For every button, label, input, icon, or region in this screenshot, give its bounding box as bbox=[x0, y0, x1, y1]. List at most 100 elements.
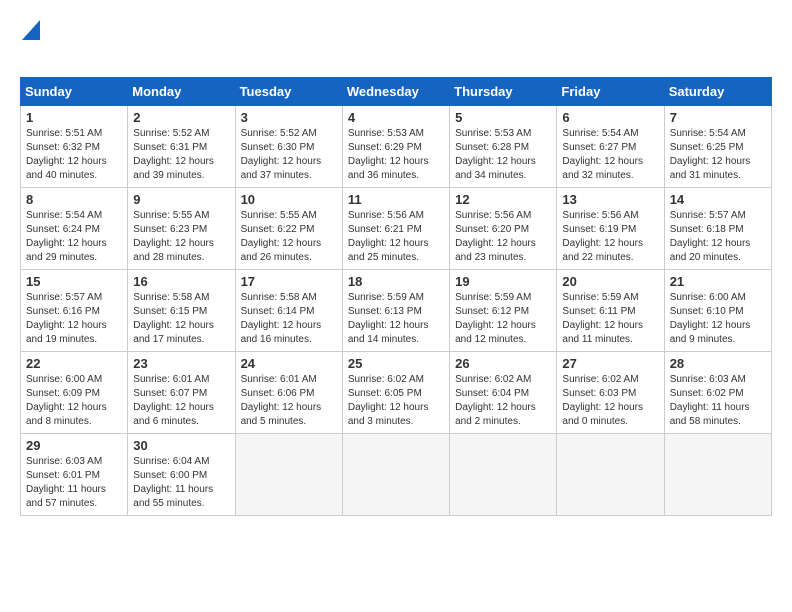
calendar-week-3: 15Sunrise: 5:57 AMSunset: 6:16 PMDayligh… bbox=[21, 270, 772, 352]
day-number: 19 bbox=[455, 274, 551, 289]
day-info: Sunrise: 6:00 AMSunset: 6:10 PMDaylight:… bbox=[670, 292, 751, 345]
calendar-cell: 27 Sunrise: 6:02 AMSunset: 6:03 PMDayligh… bbox=[557, 352, 664, 434]
day-info: Sunrise: 6:01 AMSunset: 6:07 PMDaylight:… bbox=[133, 374, 214, 427]
day-info: Sunrise: 5:54 AMSunset: 6:27 PMDaylight:… bbox=[562, 128, 643, 181]
calendar-cell: 16 Sunrise: 5:58 AMSunset: 6:15 PMDayligh… bbox=[128, 270, 235, 352]
day-info: Sunrise: 5:58 AMSunset: 6:15 PMDaylight:… bbox=[133, 292, 214, 345]
calendar-cell: 26Sunrise: 6:02 AMSunset: 6:04 PMDayligh… bbox=[450, 352, 557, 434]
calendar-cell: 6 Sunrise: 5:54 AMSunset: 6:27 PMDaylight… bbox=[557, 106, 664, 188]
day-info: Sunrise: 5:58 AMSunset: 6:14 PMDaylight:… bbox=[241, 292, 322, 345]
calendar-cell: 9 Sunrise: 5:55 AMSunset: 6:23 PMDaylight… bbox=[128, 188, 235, 270]
day-number: 5 bbox=[455, 110, 551, 125]
day-info: Sunrise: 6:03 AMSunset: 6:01 PMDaylight:… bbox=[26, 456, 106, 509]
day-number: 10 bbox=[241, 192, 337, 207]
calendar-cell bbox=[450, 434, 557, 516]
day-info: Sunrise: 5:53 AMSunset: 6:29 PMDaylight:… bbox=[348, 128, 429, 181]
day-number: 17 bbox=[241, 274, 337, 289]
day-number: 25 bbox=[348, 356, 444, 371]
day-number: 24 bbox=[241, 356, 337, 371]
day-number: 6 bbox=[562, 110, 658, 125]
calendar-week-4: 22 Sunrise: 6:00 AMSunset: 6:09 PMDayligh… bbox=[21, 352, 772, 434]
calendar-cell: 22 Sunrise: 6:00 AMSunset: 6:09 PMDayligh… bbox=[21, 352, 128, 434]
calendar-cell: 11Sunrise: 5:56 AMSunset: 6:21 PMDayligh… bbox=[342, 188, 449, 270]
calendar-cell: 15Sunrise: 5:57 AMSunset: 6:16 PMDayligh… bbox=[21, 270, 128, 352]
calendar-week-2: 8 Sunrise: 5:54 AMSunset: 6:24 PMDaylight… bbox=[21, 188, 772, 270]
calendar-cell: 10 Sunrise: 5:55 AMSunset: 6:22 PMDayligh… bbox=[235, 188, 342, 270]
logo bbox=[20, 20, 40, 67]
day-header-saturday: Saturday bbox=[664, 78, 771, 106]
day-number: 16 bbox=[133, 274, 229, 289]
day-info: Sunrise: 5:52 AMSunset: 6:30 PMDaylight:… bbox=[241, 128, 322, 181]
day-info: Sunrise: 5:59 AMSunset: 6:13 PMDaylight:… bbox=[348, 292, 429, 345]
day-number: 4 bbox=[348, 110, 444, 125]
day-number: 7 bbox=[670, 110, 766, 125]
calendar-cell: 5Sunrise: 5:53 AMSunset: 6:28 PMDaylight… bbox=[450, 106, 557, 188]
day-info: Sunrise: 5:59 AMSunset: 6:11 PMDaylight:… bbox=[562, 292, 643, 345]
calendar-cell: 4 Sunrise: 5:53 AMSunset: 6:29 PMDaylight… bbox=[342, 106, 449, 188]
day-info: Sunrise: 5:56 AMSunset: 6:21 PMDaylight:… bbox=[348, 210, 429, 263]
day-number: 18 bbox=[348, 274, 444, 289]
calendar-cell: 3 Sunrise: 5:52 AMSunset: 6:30 PMDaylight… bbox=[235, 106, 342, 188]
calendar-cell: 8 Sunrise: 5:54 AMSunset: 6:24 PMDaylight… bbox=[21, 188, 128, 270]
calendar-cell: 24 Sunrise: 6:01 AMSunset: 6:06 PMDayligh… bbox=[235, 352, 342, 434]
day-number: 22 bbox=[26, 356, 122, 371]
day-number: 21 bbox=[670, 274, 766, 289]
calendar-cell bbox=[342, 434, 449, 516]
calendar-cell: 19 Sunrise: 5:59 AMSunset: 6:12 PMDayligh… bbox=[450, 270, 557, 352]
calendar-cell bbox=[664, 434, 771, 516]
calendar-cell: 30 Sunrise: 6:04 AMSunset: 6:00 PMDayligh… bbox=[128, 434, 235, 516]
calendar-cell: 7 Sunrise: 5:54 AMSunset: 6:25 PMDaylight… bbox=[664, 106, 771, 188]
day-number: 1 bbox=[26, 110, 122, 125]
header bbox=[20, 20, 772, 67]
day-info: Sunrise: 5:55 AMSunset: 6:23 PMDaylight:… bbox=[133, 210, 214, 263]
day-header-monday: Monday bbox=[128, 78, 235, 106]
day-info: Sunrise: 5:54 AMSunset: 6:24 PMDaylight:… bbox=[26, 210, 107, 263]
day-info: Sunrise: 5:54 AMSunset: 6:25 PMDaylight:… bbox=[670, 128, 751, 181]
day-info: Sunrise: 5:56 AMSunset: 6:20 PMDaylight:… bbox=[455, 210, 536, 263]
day-info: Sunrise: 5:59 AMSunset: 6:12 PMDaylight:… bbox=[455, 292, 536, 345]
calendar-week-1: 1 Sunrise: 5:51 AMSunset: 6:32 PMDaylight… bbox=[21, 106, 772, 188]
day-info: Sunrise: 6:01 AMSunset: 6:06 PMDaylight:… bbox=[241, 374, 322, 427]
day-header-wednesday: Wednesday bbox=[342, 78, 449, 106]
day-number: 29 bbox=[26, 438, 122, 453]
day-number: 30 bbox=[133, 438, 229, 453]
calendar-cell: 13 Sunrise: 5:56 AMSunset: 6:19 PMDayligh… bbox=[557, 188, 664, 270]
day-number: 28 bbox=[670, 356, 766, 371]
day-number: 23 bbox=[133, 356, 229, 371]
day-info: Sunrise: 5:52 AMSunset: 6:31 PMDaylight:… bbox=[133, 128, 214, 181]
calendar-cell: 23 Sunrise: 6:01 AMSunset: 6:07 PMDayligh… bbox=[128, 352, 235, 434]
day-info: Sunrise: 6:04 AMSunset: 6:00 PMDaylight:… bbox=[133, 456, 213, 509]
day-info: Sunrise: 5:55 AMSunset: 6:22 PMDaylight:… bbox=[241, 210, 322, 263]
calendar-cell: 21 Sunrise: 6:00 AMSunset: 6:10 PMDayligh… bbox=[664, 270, 771, 352]
logo-arrow-icon bbox=[22, 20, 40, 45]
day-number: 14 bbox=[670, 192, 766, 207]
day-info: Sunrise: 6:00 AMSunset: 6:09 PMDaylight:… bbox=[26, 374, 107, 427]
calendar-cell: 14 Sunrise: 5:57 AMSunset: 6:18 PMDayligh… bbox=[664, 188, 771, 270]
calendar-cell bbox=[557, 434, 664, 516]
day-info: Sunrise: 5:56 AMSunset: 6:19 PMDaylight:… bbox=[562, 210, 643, 263]
day-info: Sunrise: 5:57 AMSunset: 6:18 PMDaylight:… bbox=[670, 210, 751, 263]
calendar-cell: 12 Sunrise: 5:56 AMSunset: 6:20 PMDayligh… bbox=[450, 188, 557, 270]
day-number: 2 bbox=[133, 110, 229, 125]
calendar-cell: 18 Sunrise: 5:59 AMSunset: 6:13 PMDayligh… bbox=[342, 270, 449, 352]
calendar-table: SundayMondayTuesdayWednesdayThursdayFrid… bbox=[20, 77, 772, 516]
day-info: Sunrise: 6:03 AMSunset: 6:02 PMDaylight:… bbox=[670, 374, 750, 427]
calendar-cell: 28 Sunrise: 6:03 AMSunset: 6:02 PMDayligh… bbox=[664, 352, 771, 434]
day-number: 13 bbox=[562, 192, 658, 207]
day-number: 20 bbox=[562, 274, 658, 289]
day-info: Sunrise: 5:51 AMSunset: 6:32 PMDaylight:… bbox=[26, 128, 107, 181]
calendar-cell: 20 Sunrise: 5:59 AMSunset: 6:11 PMDayligh… bbox=[557, 270, 664, 352]
day-header-thursday: Thursday bbox=[450, 78, 557, 106]
day-number: 27 bbox=[562, 356, 658, 371]
calendar-cell: 1 Sunrise: 5:51 AMSunset: 6:32 PMDaylight… bbox=[21, 106, 128, 188]
day-number: 8 bbox=[26, 192, 122, 207]
calendar-cell: 25Sunrise: 6:02 AMSunset: 6:05 PMDayligh… bbox=[342, 352, 449, 434]
day-number: 12 bbox=[455, 192, 551, 207]
day-number: 9 bbox=[133, 192, 229, 207]
day-number: 26 bbox=[455, 356, 551, 371]
day-info: Sunrise: 6:02 AMSunset: 6:03 PMDaylight:… bbox=[562, 374, 643, 427]
day-number: 3 bbox=[241, 110, 337, 125]
calendar-cell: 17 Sunrise: 5:58 AMSunset: 6:14 PMDayligh… bbox=[235, 270, 342, 352]
day-info: Sunrise: 5:57 AMSunset: 6:16 PMDaylight:… bbox=[26, 292, 107, 345]
calendar-cell bbox=[235, 434, 342, 516]
